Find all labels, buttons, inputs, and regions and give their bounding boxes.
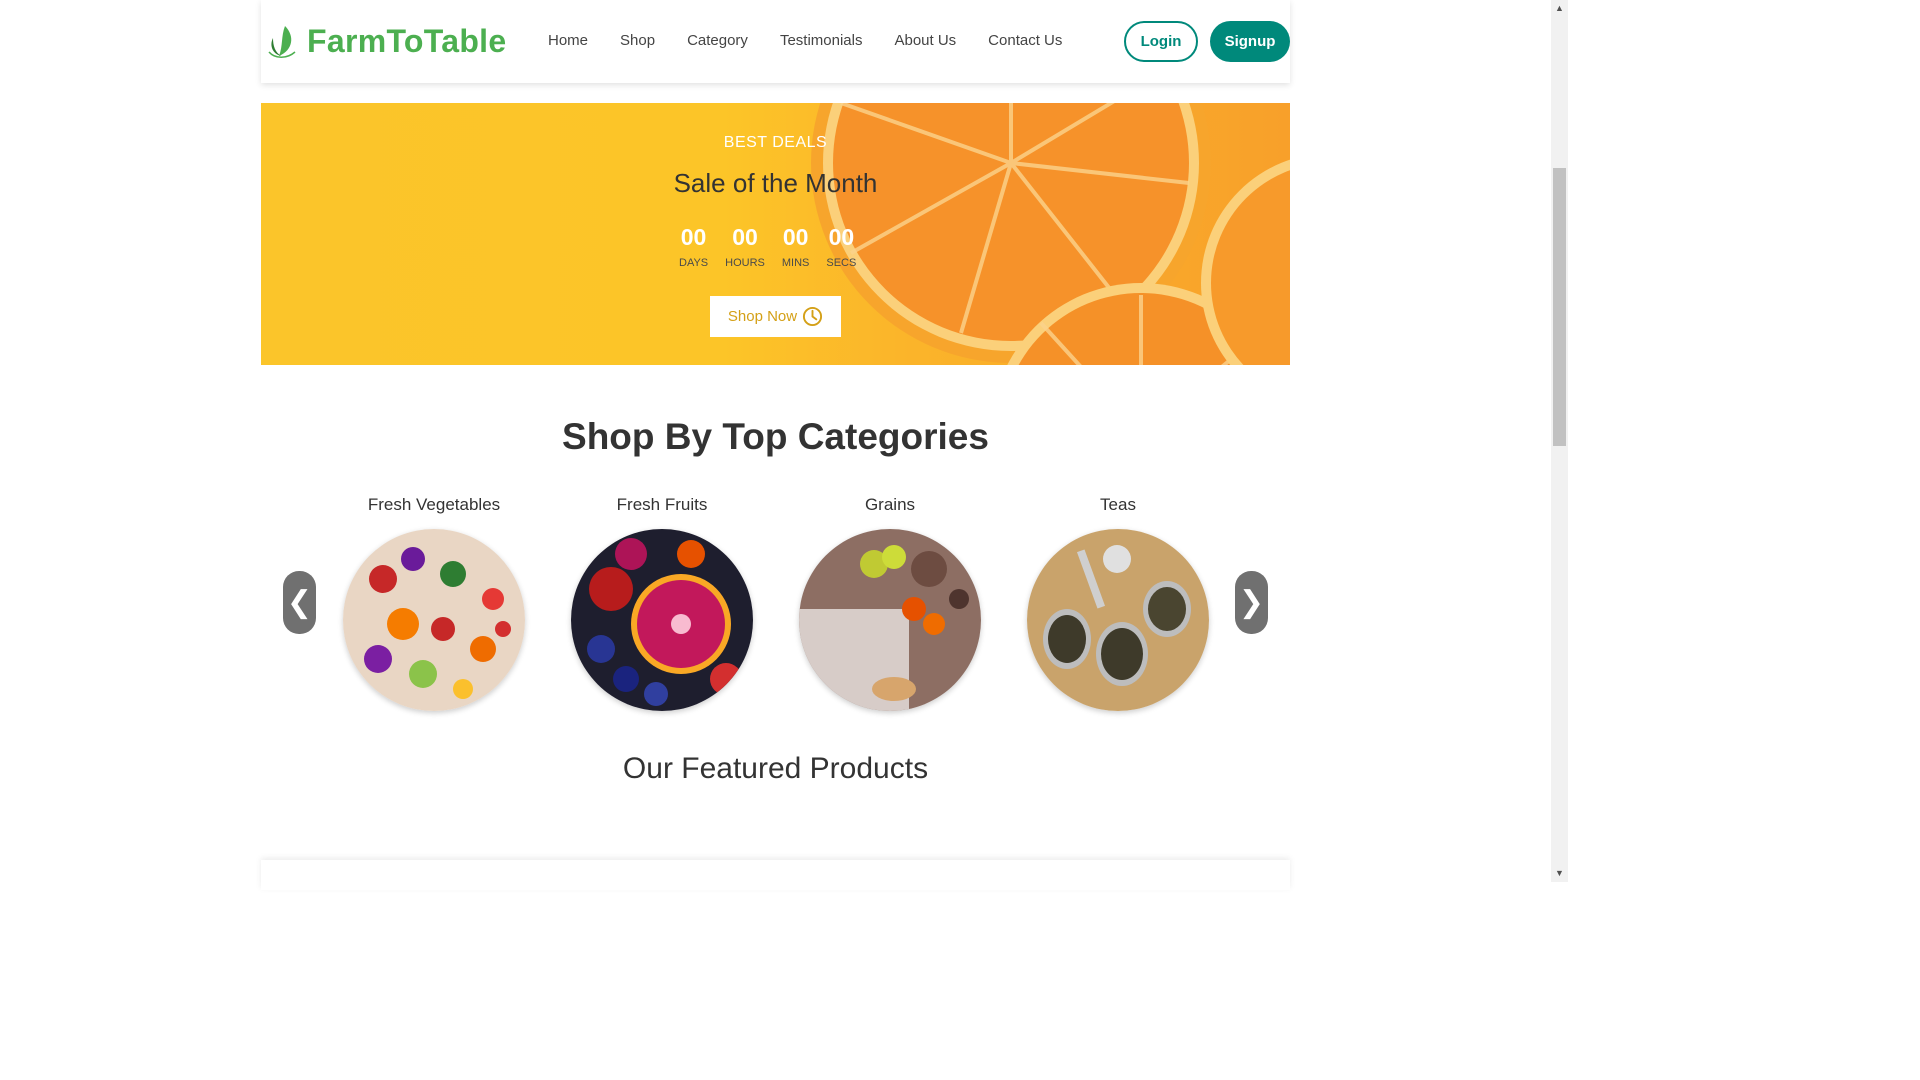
shop-now-label: Shop Now: [727, 308, 798, 325]
carousel-next-button[interactable]: ❯: [1235, 571, 1268, 634]
countdown-label: MINS: [781, 257, 810, 269]
grains-image[interactable]: [799, 529, 981, 711]
teas-image[interactable]: [1027, 529, 1209, 711]
brand[interactable]: FarmToTable: [265, 22, 506, 60]
category-card-grains[interactable]: Grains: [799, 495, 981, 711]
fruits-image[interactable]: [571, 529, 753, 711]
category-label: Teas: [1100, 495, 1136, 514]
nav-link-about-us[interactable]: About Us: [894, 32, 956, 49]
countdown-days: 00 DAYS: [679, 224, 708, 269]
countdown-value: 00: [732, 224, 758, 250]
brand-name: FarmToTable: [307, 22, 507, 59]
vegetables-image[interactable]: [343, 529, 525, 711]
clock-icon: [803, 306, 823, 327]
countdown-value: 00: [828, 224, 855, 250]
nav-link-testimonials[interactable]: Testimonials: [780, 32, 863, 49]
chevron-right-icon: ❯: [1238, 586, 1265, 619]
nav-link-shop[interactable]: Shop: [620, 32, 655, 49]
featured-products-heading: Our Featured Products: [622, 752, 929, 785]
category-card-teas[interactable]: Teas: [1027, 495, 1209, 711]
category-label: Grains: [864, 495, 916, 514]
chevron-left-icon: ❮: [286, 586, 313, 619]
leaf-logo-icon: [268, 26, 296, 58]
countdown-label: DAYS: [679, 257, 709, 269]
countdown-timer: 00 DAYS 00 HOURS 00 MINS 00 SECS: [679, 224, 873, 269]
carousel-prev-button[interactable]: ❮: [283, 571, 316, 634]
category-card-vegetables[interactable]: Fresh Vegetables: [343, 495, 525, 711]
nav-link-category[interactable]: Category: [687, 32, 748, 49]
nav-link-contact-us[interactable]: Contact Us: [988, 32, 1062, 49]
featured-products-card: [261, 860, 1290, 890]
login-button[interactable]: Login: [1124, 21, 1198, 62]
banner-title: Sale of the Month: [673, 168, 878, 198]
category-label: Fresh Vegetables: [367, 495, 501, 514]
countdown-label: SECS: [826, 257, 857, 269]
sale-banner: BEST DEALS Sale of the Month 00 DAYS 00 …: [261, 103, 1290, 365]
countdown-secs: 00 SECS: [826, 224, 856, 269]
scroll-up-icon[interactable]: ▲: [1551, 0, 1568, 17]
categories-heading: Shop By Top Categories: [562, 416, 989, 457]
countdown-value: 00: [680, 224, 707, 250]
nav-link-home[interactable]: Home: [548, 32, 588, 49]
category-label: Fresh Fruits: [616, 495, 708, 514]
shop-now-button[interactable]: Shop Now: [710, 296, 841, 337]
scroll-down-icon[interactable]: ▼: [1551, 865, 1568, 882]
countdown-hours: 00 HOURS: [725, 224, 765, 269]
category-card-fruits[interactable]: Fresh Fruits: [571, 495, 753, 711]
nav-links: Home Shop Category Testimonials About Us…: [548, 32, 1094, 49]
vertical-scrollbar[interactable]: ▲ ▼: [1551, 0, 1568, 882]
countdown-value: 00: [782, 224, 809, 250]
countdown-label: HOURS: [725, 257, 765, 269]
countdown-mins: 00 MINS: [782, 224, 810, 269]
scrollbar-thumb[interactable]: [1553, 168, 1566, 446]
banner-eyebrow: BEST DEALS: [723, 134, 828, 151]
signup-button[interactable]: Signup: [1210, 21, 1290, 62]
navbar: FarmToTable Home Shop Category Testimoni…: [261, 0, 1290, 83]
